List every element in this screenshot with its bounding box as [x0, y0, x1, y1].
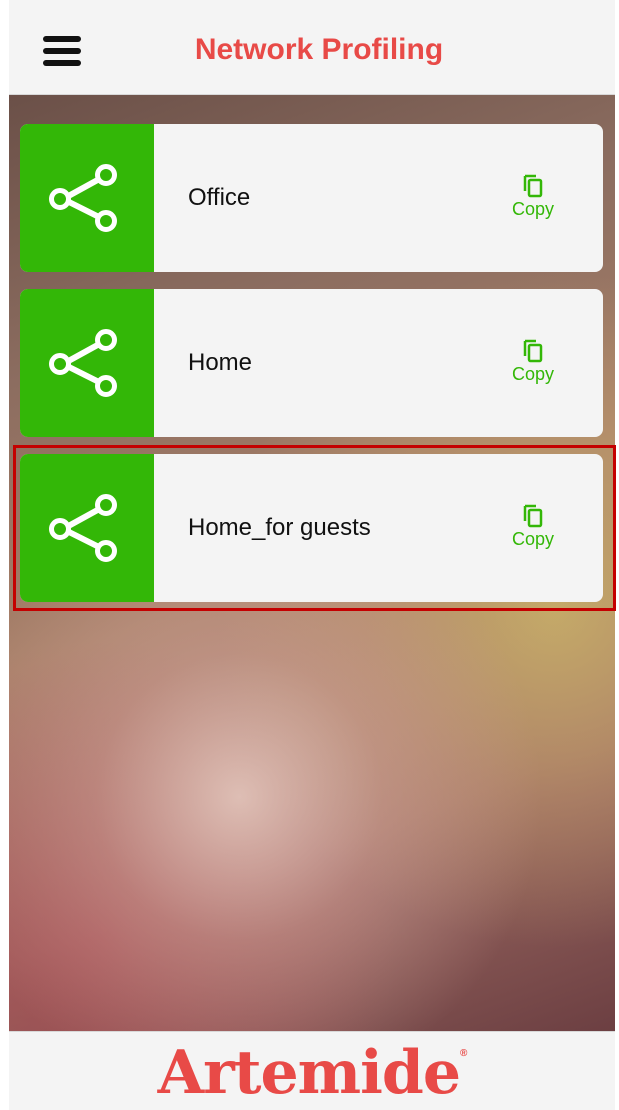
copy-button[interactable]: Copy: [503, 339, 563, 385]
top-bar: Network Profiling: [9, 0, 615, 95]
copy-label: Copy: [511, 364, 555, 384]
profile-item-office[interactable]: Office Copy: [20, 124, 603, 272]
profile-tile: [20, 454, 154, 602]
copy-button[interactable]: Copy: [503, 504, 563, 550]
copy-icon: [523, 339, 543, 363]
registered-mark: ®: [460, 1048, 467, 1059]
profile-name: Home: [188, 349, 253, 376]
share-network-icon: [49, 164, 117, 232]
profile-name: Home_for guests: [188, 514, 371, 541]
profile-list: Office Copy Home Copy Home_for guests Co…: [13, 124, 616, 619]
profile-tile: [20, 289, 154, 437]
profile-card-body: Home_for guests Copy: [20, 454, 603, 602]
share-network-icon: [49, 329, 117, 397]
copy-icon: [523, 174, 543, 198]
brand-name: Artemide: [157, 1038, 461, 1108]
profile-item-home[interactable]: Home Copy: [20, 289, 603, 437]
profile-name: Office: [188, 184, 251, 211]
brand-logo: Artemide®: [9, 1038, 615, 1108]
copy-label: Copy: [511, 529, 555, 549]
copy-button[interactable]: Copy: [503, 174, 563, 220]
profile-tile: [20, 124, 154, 272]
footer-bar: Artemide®: [9, 1031, 615, 1110]
copy-label: Copy: [511, 199, 555, 219]
left-margin: [0, 0, 9, 1110]
share-network-icon: [49, 494, 117, 562]
copy-icon: [523, 504, 543, 528]
page-title: Network Profiling: [194, 33, 444, 66]
profile-item-home-for-guests[interactable]: Home_for guests Copy: [13, 445, 616, 611]
right-margin: [615, 0, 619, 1110]
